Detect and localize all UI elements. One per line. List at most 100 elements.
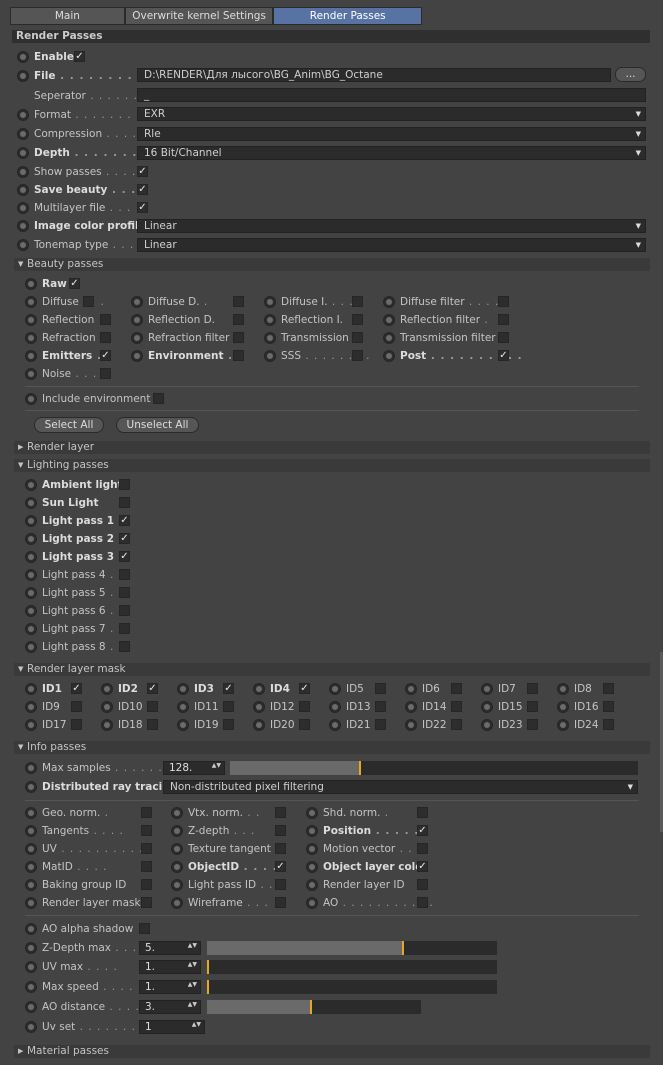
uv-radio[interactable] bbox=[25, 843, 37, 855]
z-depth-max-slider[interactable] bbox=[207, 941, 497, 955]
diffuse-d-radio[interactable] bbox=[131, 296, 143, 308]
tonemap-type-radio[interactable] bbox=[17, 239, 29, 251]
enable-radio[interactable] bbox=[17, 51, 29, 63]
transmission-filter-checkbox[interactable] bbox=[498, 332, 509, 343]
depth-dropdown[interactable]: 16 Bit/Channel bbox=[137, 146, 646, 160]
reflection-i-radio[interactable] bbox=[264, 314, 276, 326]
id16-checkbox[interactable] bbox=[603, 701, 614, 712]
z-depth-max-slider-fill[interactable] bbox=[207, 941, 404, 955]
browse-button[interactable]: ... bbox=[615, 67, 646, 82]
id20-checkbox[interactable] bbox=[299, 719, 310, 730]
matid-radio[interactable] bbox=[25, 861, 37, 873]
reflection-i-checkbox[interactable] bbox=[352, 314, 363, 325]
refraction-filter-checkbox[interactable] bbox=[233, 332, 244, 343]
id15-radio[interactable] bbox=[481, 701, 493, 713]
light-pass-2-radio[interactable] bbox=[25, 533, 37, 545]
ao-alpha-shadow-checkbox[interactable] bbox=[139, 923, 150, 934]
reflection-radio[interactable] bbox=[25, 314, 37, 326]
stepper-arrows-icon[interactable]: ▲▼ bbox=[188, 943, 197, 949]
raw-checkbox[interactable]: ✓ bbox=[69, 278, 80, 289]
id7-radio[interactable] bbox=[481, 683, 493, 695]
id13-checkbox[interactable] bbox=[375, 701, 386, 712]
id8-radio[interactable] bbox=[557, 683, 569, 695]
max-speed-radio[interactable] bbox=[25, 981, 37, 993]
light-pass-7-checkbox[interactable] bbox=[119, 623, 130, 634]
id23-checkbox[interactable] bbox=[527, 719, 538, 730]
diffuse-filter-checkbox[interactable] bbox=[498, 296, 509, 307]
post-radio[interactable] bbox=[383, 350, 395, 362]
uv-max-slider-fill[interactable] bbox=[207, 960, 209, 974]
id3-checkbox[interactable]: ✓ bbox=[223, 683, 234, 694]
light-pass-3-checkbox[interactable]: ✓ bbox=[119, 551, 130, 562]
max-samples-radio[interactable] bbox=[25, 762, 37, 774]
reflection-filter-checkbox[interactable] bbox=[498, 314, 509, 325]
diffuse-radio[interactable] bbox=[25, 296, 37, 308]
render-layer-mask-header[interactable]: ▼ Render layer mask bbox=[14, 663, 650, 676]
unselect-all-button[interactable]: Unselect All bbox=[116, 417, 199, 433]
stepper-arrows-icon[interactable]: ▲▼ bbox=[188, 1002, 197, 1008]
id20-radio[interactable] bbox=[253, 719, 265, 731]
max-samples-slider-fill[interactable] bbox=[230, 761, 361, 775]
texture-tangent-radio[interactable] bbox=[171, 843, 183, 855]
save-beauty-checkbox[interactable]: ✓ bbox=[137, 184, 148, 195]
file-radio[interactable] bbox=[17, 70, 29, 82]
lighting-passes-header[interactable]: ▼ Lighting passes bbox=[14, 459, 650, 472]
ambient-light-radio[interactable] bbox=[25, 479, 37, 491]
tangents-radio[interactable] bbox=[25, 825, 37, 837]
id9-radio[interactable] bbox=[25, 701, 37, 713]
emitters-checkbox[interactable]: ✓ bbox=[100, 350, 111, 361]
shd-norm-checkbox[interactable] bbox=[417, 807, 428, 818]
diffuse-i-radio[interactable] bbox=[264, 296, 276, 308]
id7-checkbox[interactable] bbox=[527, 683, 538, 694]
id13-radio[interactable] bbox=[329, 701, 341, 713]
ao-distance-slider[interactable] bbox=[207, 1000, 421, 1014]
show-passes-radio[interactable] bbox=[17, 166, 29, 178]
ao-distance-slider-fill[interactable] bbox=[207, 1000, 312, 1014]
render-layer-mask-radio[interactable] bbox=[25, 897, 37, 909]
raw-radio[interactable] bbox=[25, 278, 37, 290]
vtx-norm-checkbox[interactable] bbox=[275, 807, 286, 818]
id8-checkbox[interactable] bbox=[603, 683, 614, 694]
baking-group-id-radio[interactable] bbox=[25, 879, 37, 891]
depth-radio[interactable] bbox=[17, 147, 29, 159]
transmission-radio[interactable] bbox=[264, 332, 276, 344]
format-dropdown[interactable]: EXR bbox=[137, 107, 646, 121]
noise-checkbox[interactable] bbox=[100, 368, 111, 379]
motion-vector-radio[interactable] bbox=[306, 843, 318, 855]
id1-radio[interactable] bbox=[25, 683, 37, 695]
position-checkbox[interactable]: ✓ bbox=[417, 825, 428, 836]
id22-checkbox[interactable] bbox=[451, 719, 462, 730]
id5-checkbox[interactable] bbox=[375, 683, 386, 694]
ao-alpha-shadow-radio[interactable] bbox=[25, 923, 37, 935]
id5-radio[interactable] bbox=[329, 683, 341, 695]
uv-set-radio[interactable] bbox=[25, 1021, 37, 1033]
id10-checkbox[interactable] bbox=[147, 701, 158, 712]
objectid-radio[interactable] bbox=[171, 861, 183, 873]
id18-checkbox[interactable] bbox=[147, 719, 158, 730]
noise-radio[interactable] bbox=[25, 368, 37, 380]
id24-checkbox[interactable] bbox=[603, 719, 614, 730]
expand-arrow-icon[interactable]: ▶ bbox=[18, 1045, 27, 1058]
collapse-arrow-icon[interactable]: ▼ bbox=[18, 663, 27, 676]
multilayer-checkbox[interactable]: ✓ bbox=[137, 202, 148, 213]
info-passes-header[interactable]: ▼ Info passes bbox=[14, 741, 650, 754]
id12-checkbox[interactable] bbox=[299, 701, 310, 712]
max-samples-spinner[interactable]: 128. ▲▼ bbox=[163, 761, 225, 775]
id11-radio[interactable] bbox=[177, 701, 189, 713]
vtx-norm-radio[interactable] bbox=[171, 807, 183, 819]
render-layer-mask-checkbox[interactable] bbox=[141, 897, 152, 908]
image-color-profile-radio[interactable] bbox=[17, 220, 29, 232]
render-layer-id-radio[interactable] bbox=[306, 879, 318, 891]
render-layer-id-checkbox[interactable] bbox=[417, 879, 428, 890]
ambient-light-checkbox[interactable] bbox=[119, 479, 130, 490]
light-pass-3-radio[interactable] bbox=[25, 551, 37, 563]
transmission-checkbox[interactable] bbox=[352, 332, 363, 343]
diffuse-filter-radio[interactable] bbox=[383, 296, 395, 308]
beauty-passes-header[interactable]: ▼ Beauty passes bbox=[14, 258, 650, 271]
light-pass-8-radio[interactable] bbox=[25, 641, 37, 653]
include-environment-checkbox[interactable] bbox=[153, 393, 164, 404]
light-pass-5-checkbox[interactable] bbox=[119, 587, 130, 598]
save-beauty-radio[interactable] bbox=[17, 184, 29, 196]
reflection-filter-radio[interactable] bbox=[383, 314, 395, 326]
id21-radio[interactable] bbox=[329, 719, 341, 731]
